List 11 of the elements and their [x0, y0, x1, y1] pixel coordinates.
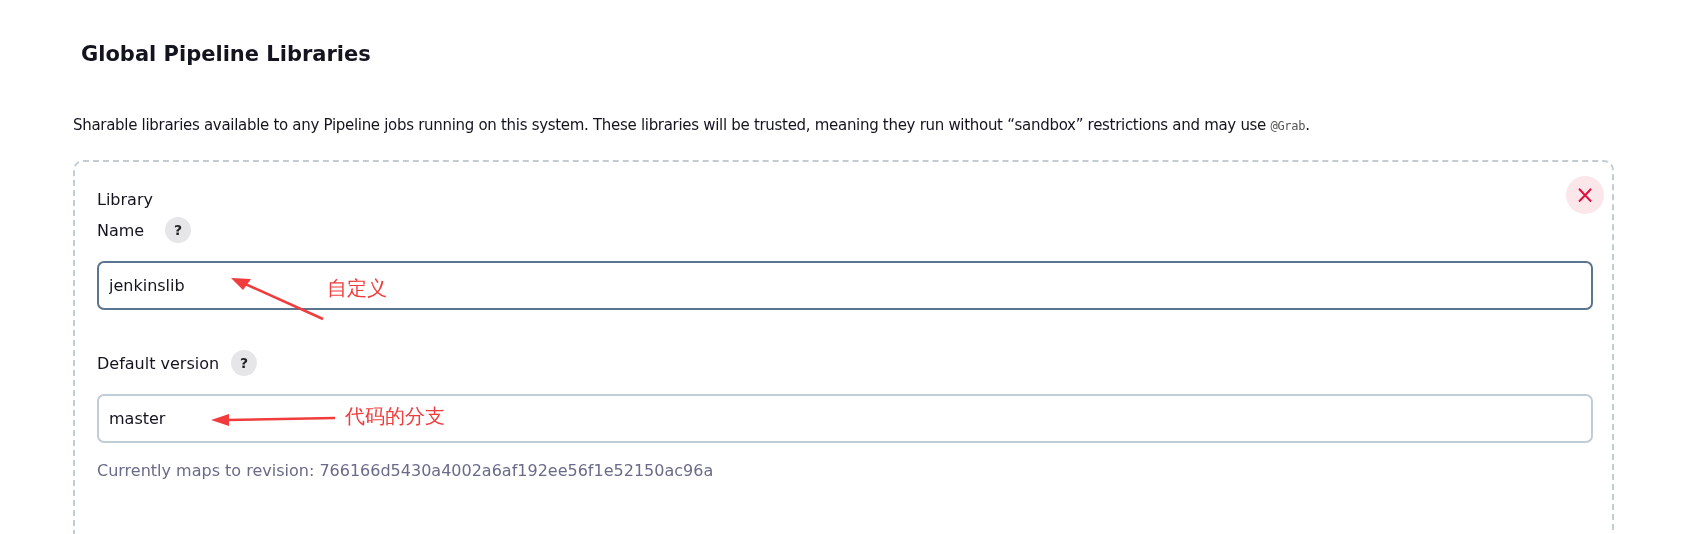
section-title: Global Pipeline Libraries: [80, 41, 372, 68]
field-label: Name: [97, 220, 146, 242]
help-button[interactable]: ?: [231, 350, 258, 376]
field-label: Default version: [97, 353, 220, 375]
close-button[interactable]: ×: [1566, 176, 1604, 214]
annotation-text: 代码的分支: [345, 403, 445, 430]
annotation-text: 自定义: [327, 275, 387, 302]
revision-hint: Currently maps to revision: 766166d5430a4002a6af192ee56f1e52150ac96a: [97, 461, 715, 480]
help-button[interactable]: ?: [164, 217, 191, 243]
field-label: Library: [97, 189, 153, 211]
description-text: Sharable libraries available to any Pipeline jobs running on this system. These libraries will be trusted, meaning they run without “sandbox” restrictions and may use @Grab.: [73, 115, 1311, 136]
